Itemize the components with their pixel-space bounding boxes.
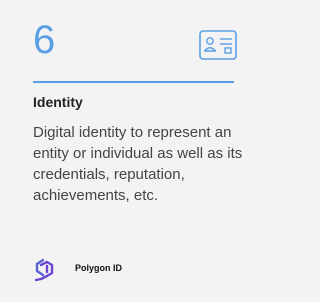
divider [33, 81, 234, 83]
card-description: Digital identity to represent an entity … [33, 124, 243, 204]
card-title: Identity [33, 94, 83, 110]
brand-name: Polygon ID [75, 263, 122, 273]
identity-card: 6 Identity Digital identity to represent… [0, 0, 267, 302]
polygon-id-logo [34, 258, 54, 282]
card-number: 6 [33, 18, 56, 62]
id-card-icon [199, 30, 237, 60]
